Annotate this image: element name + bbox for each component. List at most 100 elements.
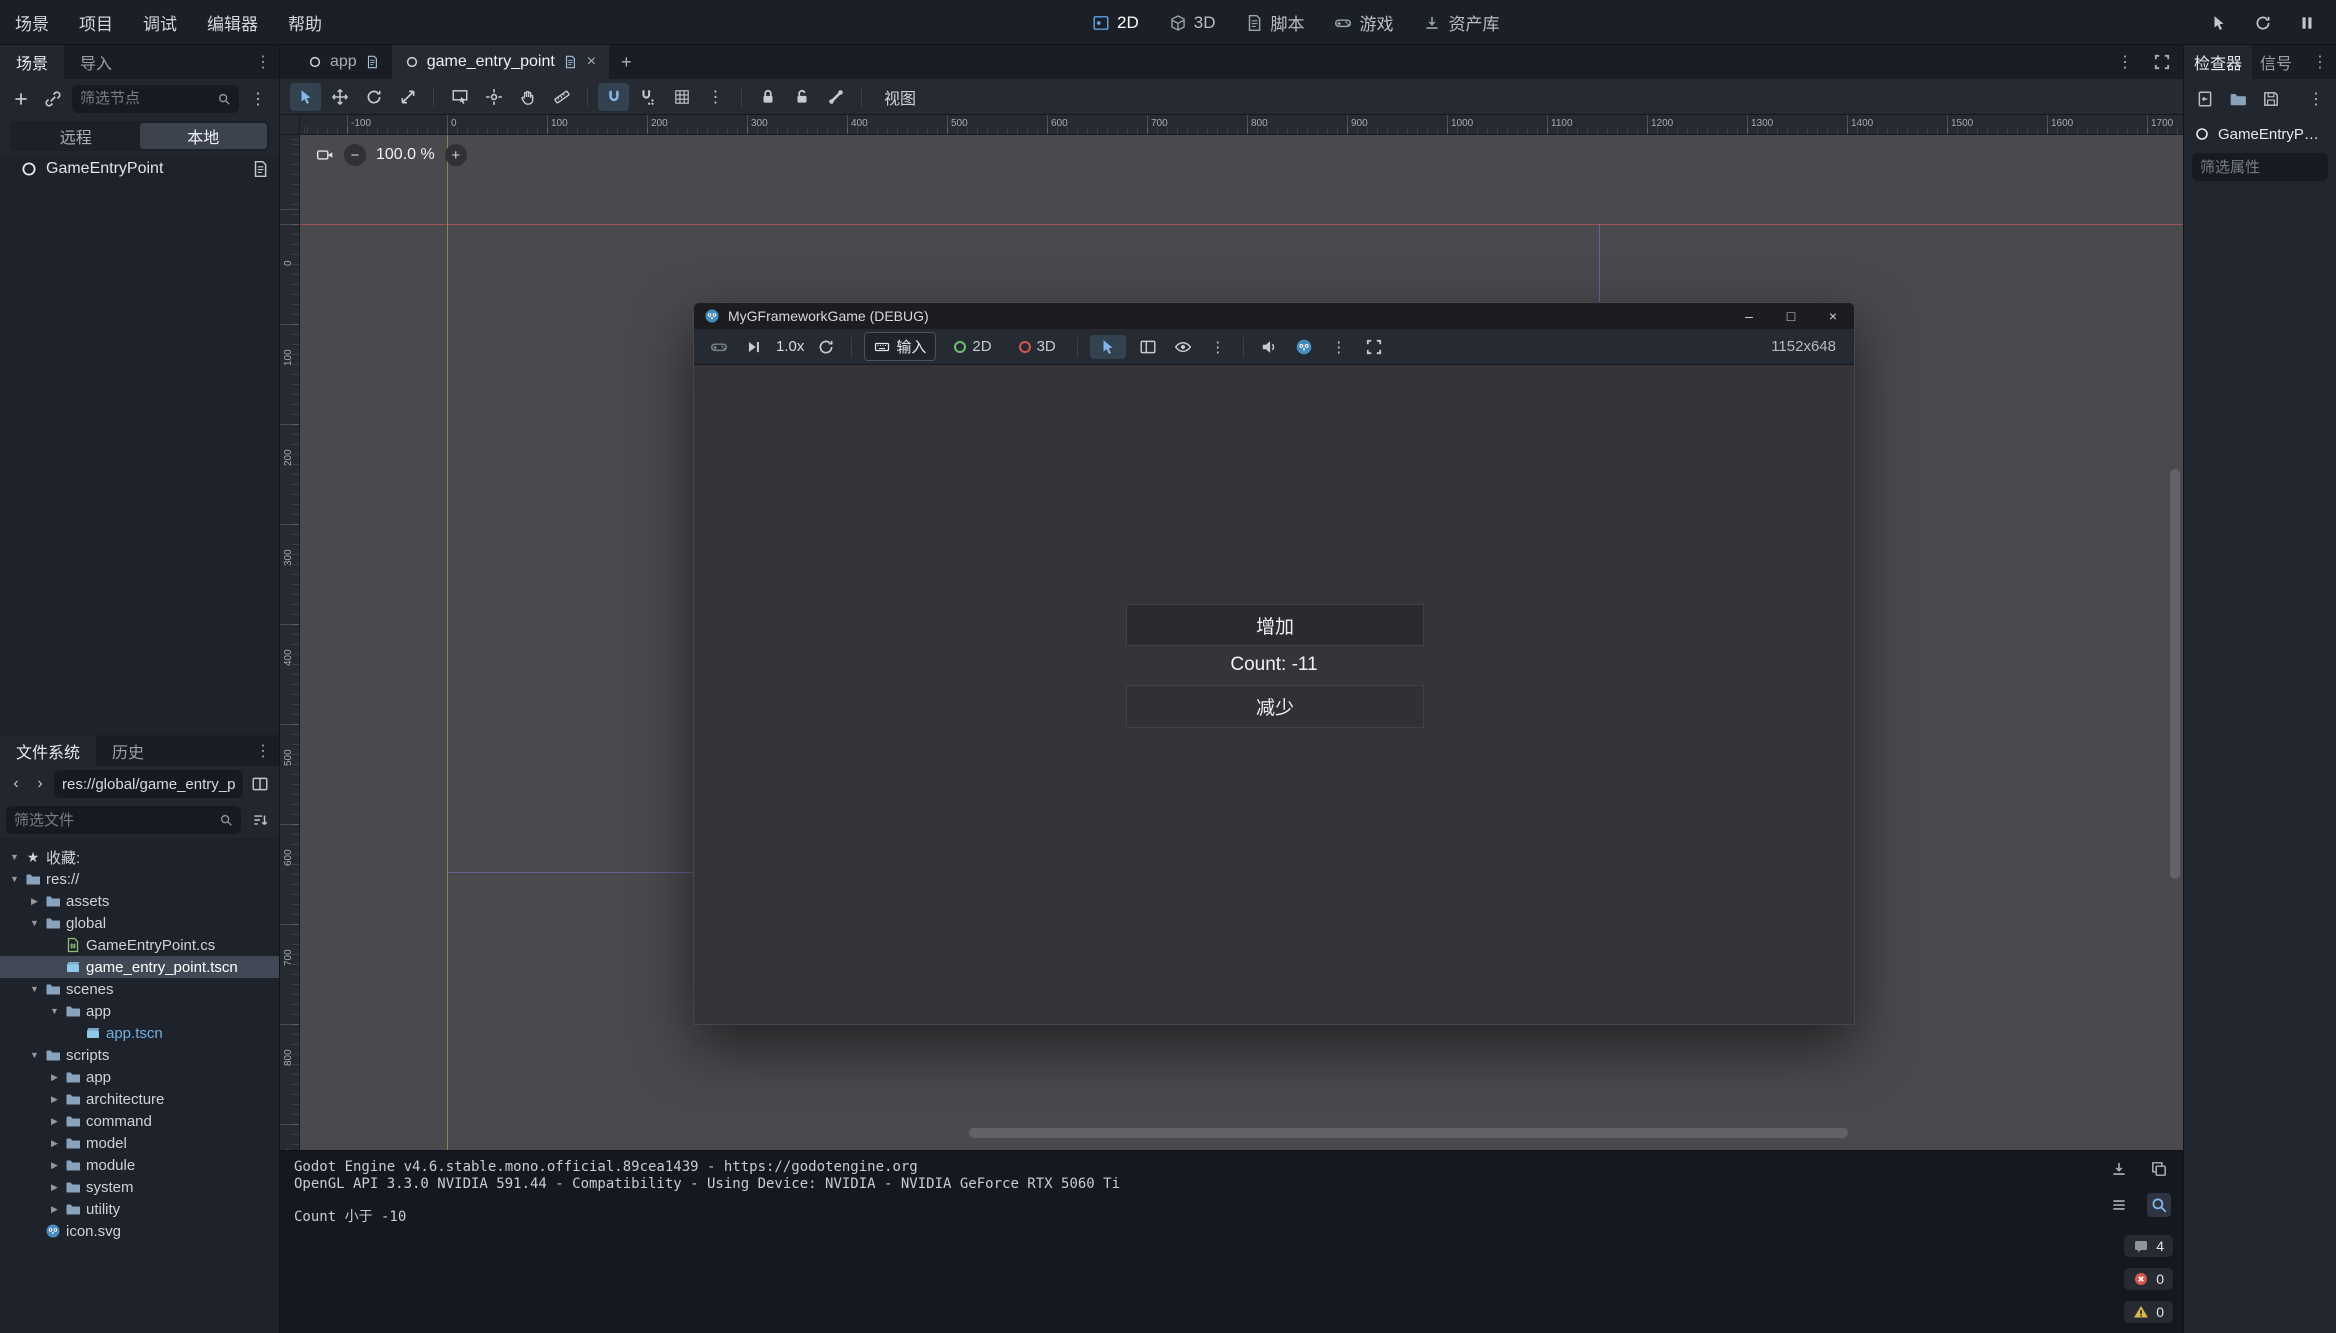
workspace-game[interactable]: 游戏 [1334,10,1393,35]
debug-2d-button[interactable]: 2D [945,335,1000,358]
pivot-tool-button[interactable] [478,83,509,111]
canvas-2d[interactable]: − 100.0 % + MyGFrameworkGame (DEBUG) – □… [300,135,2183,1150]
expand-arrow-icon[interactable]: ▶ [26,896,43,907]
embed-fullscreen-icon[interactable] [1361,334,1387,360]
camera-override-icon[interactable] [312,143,338,167]
grid-snap-toggle[interactable] [632,83,663,111]
skeleton-options-button[interactable] [820,83,851,111]
close-tab-icon[interactable]: × [587,53,596,71]
more-options-icon[interactable]: ⋮ [1326,334,1352,360]
menu-debug[interactable]: 调试 [128,5,192,40]
file-tree-item-res-[interactable]: ▼res:// [0,868,279,890]
expand-arrow-icon[interactable]: ▶ [46,1094,63,1105]
filesystem-dock-menu-icon[interactable]: ⋮ [247,735,279,766]
collapse-arrow-icon[interactable]: ▼ [6,874,23,884]
tab-filesystem[interactable]: 文件系统 [0,735,96,766]
debug-3d-button[interactable]: 3D [1010,335,1065,358]
zoom-in-button[interactable]: + [445,144,467,166]
warnings-badge[interactable]: 0 [2124,1301,2173,1323]
expand-arrow-icon[interactable]: ▶ [46,1182,63,1193]
mute-audio-icon[interactable] [1256,334,1282,360]
new-scene-tab-button[interactable]: + [609,45,644,79]
file-tree-item-game-entry-point-tscn[interactable]: game_entry_point.tscn [0,956,279,978]
view-menu-button[interactable]: 视图 [872,83,928,111]
expand-arrow-icon[interactable]: ▶ [46,1204,63,1215]
scene-node-root[interactable]: GameEntryPoint [0,155,279,183]
expand-arrow-icon[interactable]: ▶ [46,1160,63,1171]
file-tree-item-architecture[interactable]: ▶architecture [0,1088,279,1110]
increase-button[interactable]: 增加 [1126,604,1424,646]
menu-project[interactable]: 项目 [64,5,128,40]
next-frame-icon[interactable] [741,334,767,360]
collapse-output-icon[interactable] [2107,1193,2131,1217]
history-forward-button[interactable]: › [30,771,50,797]
menu-editor[interactable]: 编辑器 [192,5,273,40]
pan-tool-button[interactable] [512,83,543,111]
file-tree-item-scripts[interactable]: ▼scripts [0,1044,279,1066]
scene-tabs-menu-icon[interactable]: ⋮ [2117,52,2133,72]
scale-tool-button[interactable] [392,83,423,111]
history-prev-icon[interactable] [2196,90,2214,108]
tab-inspector[interactable]: 检查器 [2184,45,2252,79]
menu-scene[interactable]: 场景 [0,5,64,40]
godot-debug-icon[interactable] [1291,334,1317,360]
load-resource-icon[interactable] [2229,90,2247,108]
workspace-script[interactable]: 脚本 [1245,10,1304,35]
rotate-tool-button[interactable] [358,83,389,111]
zoom-out-button[interactable]: − [344,144,366,166]
collapse-arrow-icon[interactable]: ▼ [26,984,43,994]
clear-output-icon[interactable] [2107,1157,2131,1181]
file-tree-item-system[interactable]: ▶system [0,1176,279,1198]
game-titlebar[interactable]: MyGFrameworkGame (DEBUG) – □ × [694,303,1854,329]
workspace-assetlib[interactable]: 资产库 [1423,10,1499,35]
file-tree-item-app-tscn[interactable]: app.tscn [0,1022,279,1044]
pause-game-icon[interactable] [2298,14,2316,32]
grid-visibility-toggle[interactable] [666,83,697,111]
workspace-2d[interactable]: 2D [1092,13,1139,33]
tab-signals[interactable]: 信号 [2252,45,2300,79]
collapse-arrow-icon[interactable]: ▼ [6,852,23,862]
canvas-horizontal-scrollbar[interactable] [969,1128,1848,1138]
expand-arrow-icon[interactable]: ▶ [46,1138,63,1149]
file-tree-item-icon-svg[interactable]: icon.svg [0,1220,279,1242]
add-node-button[interactable] [8,86,34,112]
menu-help[interactable]: 帮助 [273,5,337,40]
scene-dock-menu-icon[interactable]: ⋮ [247,45,279,79]
game-window[interactable]: MyGFrameworkGame (DEBUG) – □ × 1.0x [693,302,1855,1025]
scene-tab-game-entry-point[interactable]: game_entry_point × [392,45,609,79]
file-tree-item-assets[interactable]: ▶assets [0,890,279,912]
collapse-arrow-icon[interactable]: ▼ [26,918,43,928]
lock-node-button[interactable] [752,83,783,111]
smart-snap-toggle[interactable] [598,83,629,111]
debug-options-icon[interactable]: ⋮ [1205,334,1231,360]
file-tree-item-global[interactable]: ▼global [0,912,279,934]
canvas-vertical-scrollbar[interactable] [2170,469,2180,879]
ruler-tool-button[interactable] [546,83,577,111]
history-back-button[interactable]: ‹ [6,771,26,797]
zoom-level[interactable]: 100.0 % [372,146,439,164]
minimize-button[interactable]: – [1728,303,1770,329]
list-select-tool-button[interactable] [444,83,475,111]
file-tree-item-scenes[interactable]: ▼scenes [0,978,279,1000]
collapse-arrow-icon[interactable]: ▼ [46,1006,63,1016]
maximize-button[interactable]: □ [1770,303,1812,329]
distraction-free-icon[interactable] [2153,53,2171,71]
errors-badge[interactable]: 0 [2124,1268,2173,1290]
workspace-3d[interactable]: 3D [1169,13,1216,33]
reset-speed-icon[interactable] [813,334,839,360]
selection-list-icon[interactable] [1135,334,1161,360]
file-tree-item-app[interactable]: ▼app [0,1000,279,1022]
filter-files-input[interactable] [14,812,219,829]
search-output-icon[interactable] [2147,1193,2171,1217]
file-tree-item-app[interactable]: ▶app [0,1066,279,1088]
current-path-input[interactable] [62,776,235,793]
toggle-split-mode-icon[interactable] [247,771,273,797]
filter-properties-input[interactable] [2200,159,2320,176]
select-tool-button[interactable] [290,83,321,111]
file-sort-icon[interactable] [247,807,273,833]
file-tree-item-gameentrypoint-cs[interactable]: GameEntryPoint.cs [0,934,279,956]
file-tree-item-model[interactable]: ▶model [0,1132,279,1154]
collapse-arrow-icon[interactable]: ▼ [26,1050,43,1060]
close-button[interactable]: × [1812,303,1854,329]
move-tool-button[interactable] [324,83,355,111]
